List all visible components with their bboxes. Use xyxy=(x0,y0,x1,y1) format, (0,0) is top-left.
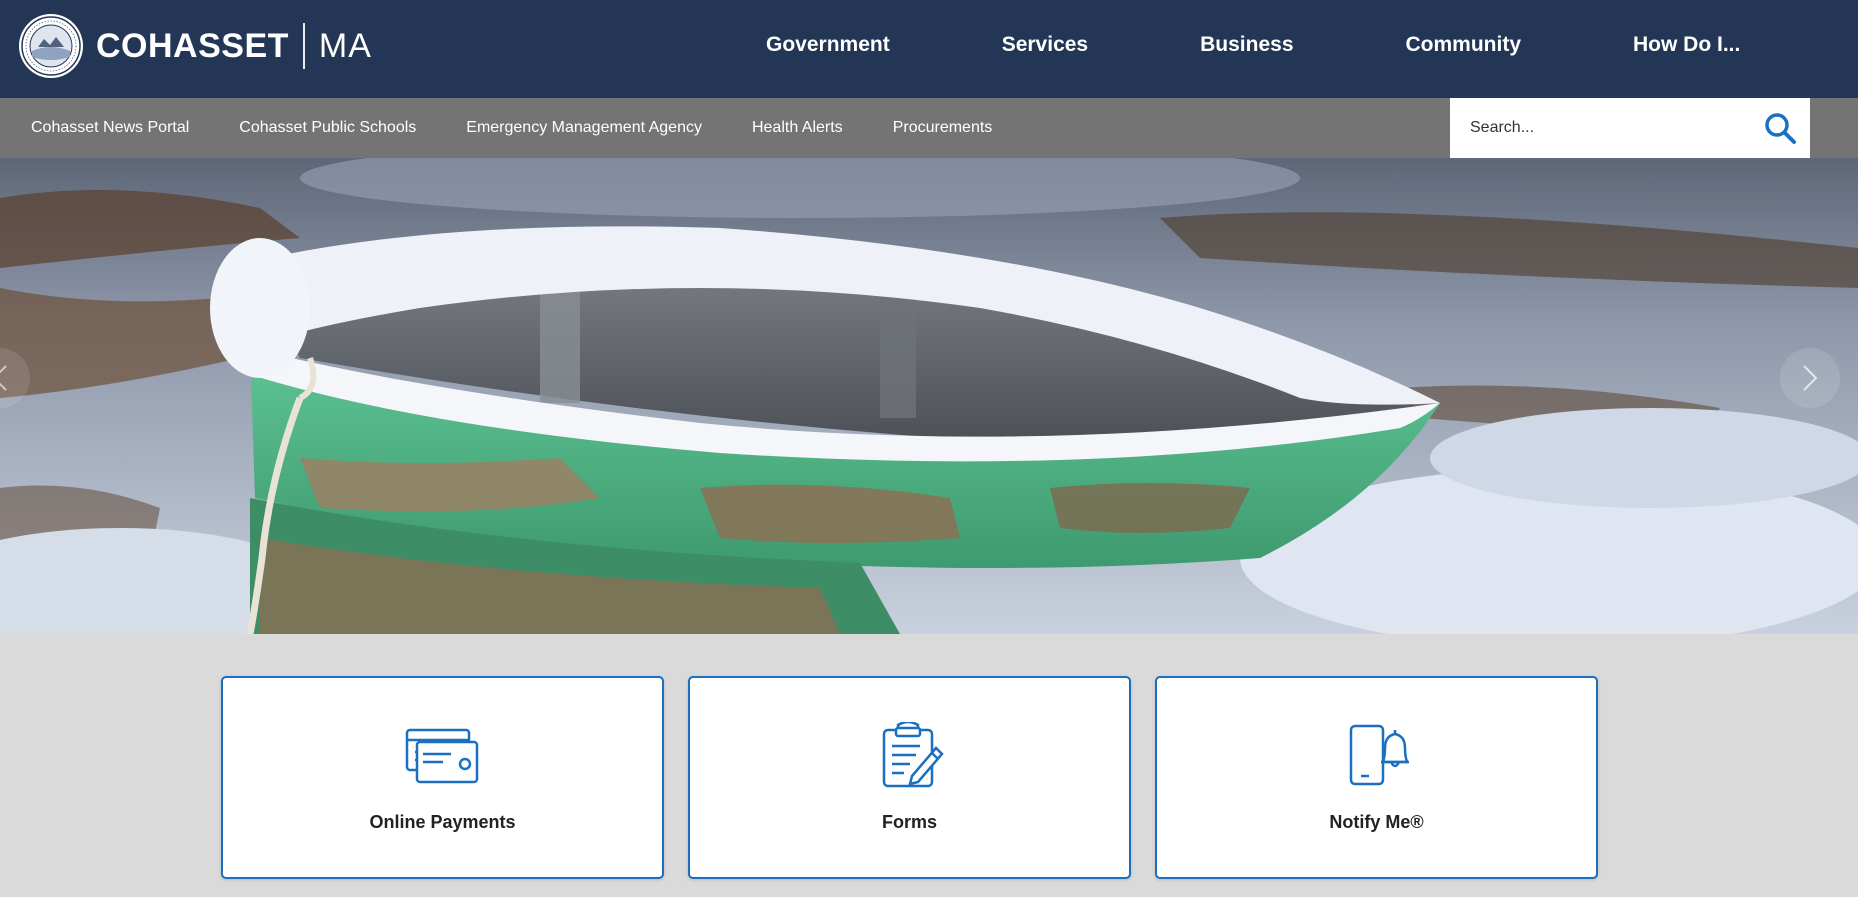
brand-divider xyxy=(302,23,305,69)
phone-bell-icon xyxy=(1349,724,1409,786)
clipboard-pen-icon xyxy=(882,722,944,788)
chevron-right-icon xyxy=(1803,365,1818,391)
nav-services[interactable]: Services xyxy=(946,0,1144,90)
site-logo[interactable]: COHASSET MA xyxy=(18,13,372,79)
nav-community[interactable]: Community xyxy=(1350,0,1578,90)
quicklink-online-payments[interactable]: Online Payments xyxy=(221,676,664,879)
hero-image xyxy=(0,158,1858,634)
brand-state: MA xyxy=(318,26,372,65)
secondary-nav-list: Cohasset News Portal Cohasset Public Sch… xyxy=(6,98,1017,158)
search-input[interactable] xyxy=(1450,98,1750,158)
town-seal-icon xyxy=(19,14,83,78)
nav-how-do-i[interactable]: How Do I... xyxy=(1577,0,1796,90)
brand-name: COHASSET xyxy=(96,26,289,65)
quicklink-label: Online Payments xyxy=(369,812,516,832)
quicklink-forms[interactable]: Forms xyxy=(688,676,1131,879)
site-header: COHASSET MA Government Services Business… xyxy=(0,0,1858,98)
main-nav: Government Services Business Community H… xyxy=(710,0,1796,90)
search-box xyxy=(1450,98,1810,158)
nav-business[interactable]: Business xyxy=(1144,0,1349,90)
quicklink-label: Forms xyxy=(881,812,937,832)
nav-government[interactable]: Government xyxy=(710,0,946,90)
quicklink-notify-me[interactable]: Notify Me® xyxy=(1155,676,1598,879)
subnav-emergency-management[interactable]: Emergency Management Agency xyxy=(441,98,727,158)
hero-prev-button[interactable] xyxy=(0,348,30,408)
hero-next-button[interactable] xyxy=(1780,348,1840,408)
search-icon[interactable] xyxy=(1762,110,1798,146)
subnav-public-schools[interactable]: Cohasset Public Schools xyxy=(214,98,441,158)
subnav-news-portal[interactable]: Cohasset News Portal xyxy=(6,98,214,158)
quick-links: Online Payments Forms Notify Me® xyxy=(221,676,1598,879)
subnav-health-alerts[interactable]: Health Alerts xyxy=(727,98,868,158)
credit-card-icon xyxy=(405,728,478,784)
chevron-left-icon xyxy=(0,365,7,391)
subnav-procurements[interactable]: Procurements xyxy=(868,98,1018,158)
quicklink-label: Notify Me® xyxy=(1329,812,1424,832)
hero-banner xyxy=(0,158,1858,634)
